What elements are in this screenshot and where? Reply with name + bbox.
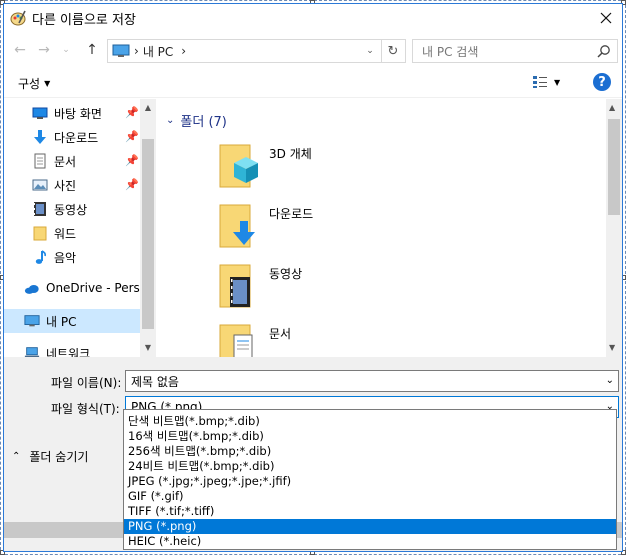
group-header-folders[interactable]: ⌄ 폴더 (7) [166,111,227,130]
search-input[interactable]: 내 PC 검색 [422,43,478,60]
help-icon: ? [598,74,606,90]
scroll-down-icon[interactable]: ▼ [143,343,153,353]
paint-app-icon [10,10,26,26]
recent-locations-button[interactable]: ⌄ [56,40,76,60]
filetype-option[interactable]: 16색 비트맵(*.bmp;*.dib) [124,429,616,444]
videos-folder-icon [219,264,251,308]
path-separator: › [134,44,139,58]
up-button[interactable]: ↑ [82,40,102,60]
computer-icon [24,315,40,327]
help-button[interactable]: ? [593,73,611,91]
filetype-option[interactable]: HEIC (*.heic) [124,534,616,549]
close-icon [600,12,612,24]
navigation-pane: 바탕 화면 📌 다운로드 📌 문서 📌 사진 📌 동영상 워드 음악 OneDr… [4,99,156,357]
arrow-up-icon: ↑ [86,42,98,58]
filetype-option[interactable]: TIFF (*.tif;*.tiff) [124,504,616,519]
filename-label: 파일 이름(N): [51,376,122,390]
scroll-thumb[interactable] [608,119,620,215]
back-button[interactable]: ← [10,40,30,60]
filetype-option[interactable]: 단색 비트맵(*.bmp;*.dib) [124,414,616,429]
scroll-down-icon[interactable]: ▼ [609,343,615,352]
title-bar: 다른 이름으로 저장 [4,4,622,32]
folder-downloads[interactable]: 다운로드 [216,199,436,255]
nav-item-desktop[interactable]: 바탕 화면 📌 [4,101,140,125]
music-icon [35,250,46,264]
hide-folders-button[interactable]: ⌃ 폴더 숨기기 [12,448,88,465]
arrow-right-icon: → [38,42,50,58]
pin-icon: 📌 [125,130,139,143]
filetype-option[interactable]: 24비트 비트맵(*.bmp;*.dib) [124,459,616,474]
video-icon [34,202,46,216]
nav-item-pictures[interactable]: 사진 📌 [4,173,140,197]
folder-3d-objects[interactable]: 3D 개체 [216,139,436,195]
nav-item-word[interactable]: 워드 [4,221,140,245]
chevron-down-icon: ⌄ [62,45,70,55]
folder-videos[interactable]: 동영상 [216,259,436,315]
address-history-button[interactable]: ⌄ [359,40,381,62]
chevron-up-icon: ⌃ [12,451,21,462]
nav-item-documents[interactable]: 문서 📌 [4,149,140,173]
filename-input[interactable]: 제목 없음 [131,373,179,390]
desktop-icon [32,107,48,119]
document-icon [34,153,46,169]
documents-folder-icon [219,324,253,357]
scroll-up-icon[interactable]: ▲ [609,103,615,112]
network-icon [24,347,40,357]
organize-menu-button[interactable]: 구성 ▼ [18,75,50,92]
refresh-button[interactable]: ↻ [381,39,406,63]
filetype-option[interactable]: 256색 비트맵(*.bmp;*.dib) [124,444,616,459]
caret-down-icon: ▼ [554,77,561,87]
breadcrumb-segment[interactable]: 내 PC [143,43,173,60]
picture-icon [32,179,48,191]
pin-icon: 📌 [125,154,139,167]
organize-label: 구성 [18,77,41,91]
forward-button[interactable]: → [34,40,54,60]
computer-icon [112,44,130,57]
filetype-option-selected[interactable]: PNG (*.png) [124,519,616,534]
downloads-folder-icon [219,204,255,248]
nav-item-videos[interactable]: 동영상 [4,197,140,221]
window-title: 다른 이름으로 저장 [32,12,136,28]
filetype-dropdown-list: 단색 비트맵(*.bmp;*.dib) 16색 비트맵(*.bmp;*.dib)… [123,409,617,550]
arrow-left-icon: ← [14,42,26,58]
nav-item-network[interactable]: 네트워크 [4,341,140,357]
folder-documents[interactable]: 문서 [216,319,436,357]
nav-item-onedrive[interactable]: OneDrive - Person [4,277,155,301]
file-list-scrollbar[interactable]: ▲ ▼ [606,99,622,357]
pin-icon: 📌 [125,178,139,191]
scroll-thumb[interactable] [142,139,154,329]
chevron-down-icon: ⌄ [166,115,175,126]
pin-icon: 📌 [125,106,139,119]
filetype-option[interactable]: GIF (*.gif) [124,489,616,504]
view-options-button[interactable]: ▼ [532,75,560,89]
command-bar: 구성 ▼ ▼ ? [4,68,622,98]
address-bar[interactable]: › 내 PC › ⌄ [107,39,382,63]
nav-item-music[interactable]: 음악 [4,245,140,269]
close-button[interactable] [594,6,618,30]
filename-field[interactable]: 제목 없음 ⌄ [125,370,619,392]
chevron-down-icon: ⌄ [366,46,374,56]
cloud-icon [24,285,39,294]
path-separator: › [181,44,187,58]
filetype-label: 파일 형식(T): [51,402,120,416]
nav-item-this-pc[interactable]: 내 PC [4,309,140,333]
caret-down-icon: ▼ [44,79,51,88]
file-list: ⌄ 폴더 (7) 3D 개체 다운로드 동영상 문서 ▲ ▼ [156,99,622,357]
scroll-up-icon[interactable]: ▲ [143,103,153,113]
search-icon [597,45,610,58]
navigation-bar: ← → ⌄ ↑ › 내 PC › ⌄ ↻ 내 PC 검색 [4,36,622,64]
refresh-icon: ↻ [387,43,399,59]
search-box[interactable]: 내 PC 검색 [412,39,618,63]
download-icon [34,130,46,144]
view-details-icon [533,76,547,88]
folder-icon [33,226,47,241]
chevron-down-icon[interactable]: ⌄ [606,375,614,386]
filetype-option[interactable]: JPEG (*.jpg;*.jpeg;*.jpe;*.jfif) [124,474,616,489]
3d-objects-folder-icon [219,144,258,188]
navigation-pane-scrollbar[interactable]: ▲ ▼ [140,99,156,357]
nav-item-downloads[interactable]: 다운로드 📌 [4,125,140,149]
